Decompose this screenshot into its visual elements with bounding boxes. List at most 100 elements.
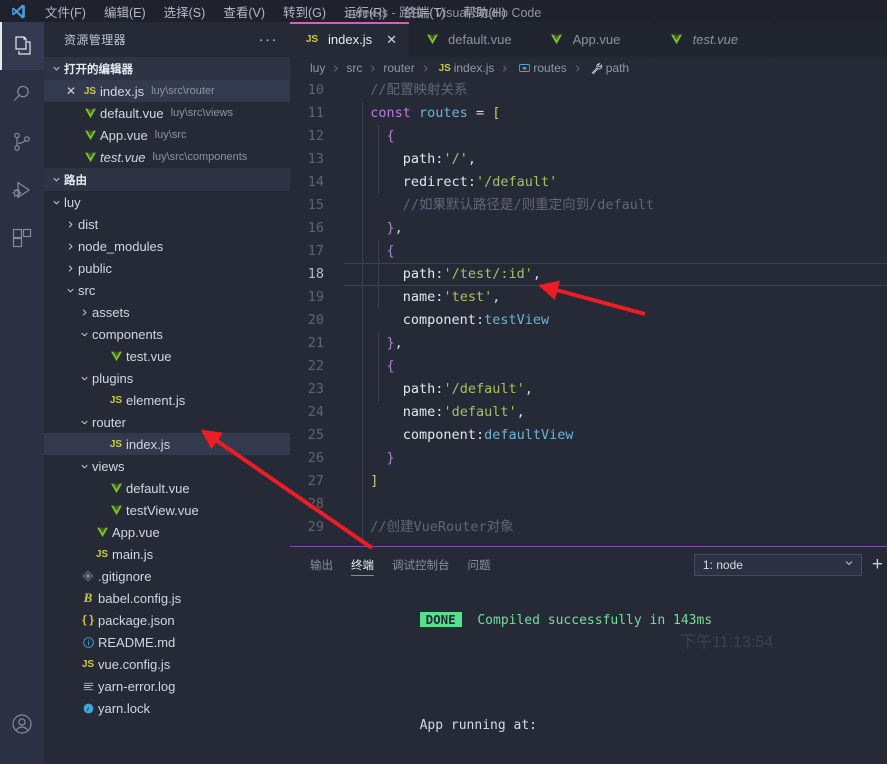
panel-tab-problems[interactable]: 问题 [468, 547, 491, 582]
new-terminal-button[interactable]: + [872, 555, 883, 574]
breadcrumb-item[interactable]: path [588, 61, 629, 75]
chevron-down-icon[interactable] [76, 461, 92, 472]
chevron-down-icon[interactable] [76, 417, 92, 428]
run-and-debug-icon[interactable] [0, 166, 44, 214]
menu-file[interactable]: 文件(F) [36, 0, 95, 22]
editor-tab[interactable]: test.vue [654, 22, 775, 57]
close-icon[interactable]: ✕ [62, 85, 80, 97]
tree-folder-item[interactable]: assets [44, 301, 290, 323]
menu-view[interactable]: 查看(V) [214, 0, 274, 22]
activity-bar [0, 22, 44, 764]
menu-go[interactable]: 转到(G) [274, 0, 335, 22]
breadcrumb-item[interactable]: luy [310, 61, 325, 75]
tree-folder-item[interactable]: views [44, 455, 290, 477]
code-line[interactable]: 27 ] [290, 470, 887, 493]
code-line[interactable]: 18 path:'/test/:id', [290, 263, 887, 286]
chevron-right-icon[interactable] [76, 307, 92, 318]
editor-tab[interactable]: JS index.js ✕ [290, 22, 410, 57]
code-editor[interactable]: 10 //配置映射关系 11 const routes = [12 {13 pat… [290, 79, 887, 546]
tree-folder-item[interactable]: public [44, 257, 290, 279]
chevron-down-icon[interactable] [76, 373, 92, 384]
chevron-right-icon[interactable] [62, 263, 78, 274]
code-line[interactable]: 12 { [290, 125, 887, 148]
open-editors-section-header[interactable]: 打开的编辑器 [44, 57, 290, 80]
tree-file-item[interactable]: .gitignore [44, 565, 290, 587]
breadcrumb-item[interactable]: src [346, 61, 362, 75]
code-line[interactable]: 19 name:'test', [290, 286, 887, 309]
chevron-down-icon[interactable] [48, 197, 64, 208]
tree-folder-item[interactable]: plugins [44, 367, 290, 389]
open-editor-item[interactable]: ✕ JS index.js luy\src\router [44, 80, 290, 102]
code-line[interactable]: 16 }, [290, 217, 887, 240]
tree-file-item[interactable]: JS main.js [44, 543, 290, 565]
workspace-section-header[interactable]: 路由 [44, 168, 290, 191]
tree-file-item[interactable]: Bbabel.config.js [44, 587, 290, 609]
more-actions-icon[interactable]: ··· [259, 32, 279, 47]
tree-file-item[interactable]: JS index.js [44, 433, 290, 455]
code-line[interactable]: 23 path:'/default', [290, 378, 887, 401]
open-editor-item[interactable]: default.vue luy\src\views [44, 102, 290, 124]
terminal-selector-dropdown[interactable]: 1: node [693, 553, 862, 576]
code-line[interactable]: 28 [290, 493, 887, 516]
code-line[interactable]: 24 name:'default', [290, 401, 887, 424]
breadcrumb-item[interactable]: JS index.js [436, 61, 495, 75]
tree-file-item[interactable]: JS vue.config.js [44, 653, 290, 675]
chevron-down-icon[interactable] [62, 285, 78, 296]
tree-folder-item[interactable]: components [44, 323, 290, 345]
editor-tab[interactable]: default.vue [410, 22, 535, 57]
code-line[interactable]: 17 { [290, 240, 887, 263]
code-line[interactable]: 13 path:'/', [290, 148, 887, 171]
tree-file-item[interactable]: yarn-error.log [44, 675, 290, 697]
tree-folder-item[interactable]: src [44, 279, 290, 301]
chevron-right-icon[interactable] [62, 241, 78, 252]
editor-tab[interactable]: App.vue [534, 22, 655, 57]
panel-tab-output[interactable]: 输出 [310, 547, 333, 582]
tree-folder-item[interactable]: node_modules [44, 235, 290, 257]
code-line[interactable]: 22 { [290, 355, 887, 378]
menu-bar[interactable]: 文件(F) 编辑(E) 选择(S) 查看(V) 转到(G) 运行(R) 终端(T… [36, 0, 515, 22]
tree-file-item[interactable]: default.vue [44, 477, 290, 499]
breadcrumb-item[interactable]: router [383, 61, 414, 75]
tree-file-item[interactable]: JS element.js [44, 389, 290, 411]
code-line[interactable]: 21 }, [290, 332, 887, 355]
open-editor-item[interactable]: App.vue luy\src [44, 124, 290, 146]
extensions-icon[interactable] [0, 214, 44, 262]
tree-file-item[interactable]: App.vue [44, 521, 290, 543]
code-line[interactable]: 20 component:testView [290, 309, 887, 332]
menu-selection[interactable]: 选择(S) [155, 0, 215, 22]
close-icon[interactable]: ✕ [386, 33, 397, 46]
code-line[interactable]: 15 //如果默认路径是/则重定向到/default [290, 194, 887, 217]
terminal-output[interactable]: DONE Compiled successfully in 143ms App … [290, 582, 887, 764]
chevron-right-icon[interactable] [62, 219, 78, 230]
code-line[interactable]: 11 const routes = [ [290, 102, 887, 125]
markdown-file-icon [78, 636, 98, 649]
tree-file-item[interactable]: README.md [44, 631, 290, 653]
source-control-icon[interactable] [0, 118, 44, 166]
tree-file-item[interactable]: testView.vue [44, 499, 290, 521]
code-line[interactable]: 26 } [290, 447, 887, 470]
menu-terminal[interactable]: 终端(T) [395, 0, 454, 22]
panel-tab-debug-console[interactable]: 调试控制台 [392, 547, 450, 582]
code-line[interactable]: 10 //配置映射关系 [290, 79, 887, 102]
tree-folder-item[interactable]: dist [44, 213, 290, 235]
tree-item-label: README.md [98, 634, 176, 650]
accounts-icon[interactable] [0, 700, 44, 748]
code-line[interactable]: 25 component:defaultView [290, 424, 887, 447]
chevron-down-icon[interactable] [76, 329, 92, 340]
menu-run[interactable]: 运行(R) [335, 0, 395, 22]
breadcrumb-item[interactable]: routes [515, 61, 567, 75]
panel-tab-terminal[interactable]: 终端 [351, 547, 374, 582]
tree-folder-item[interactable]: router [44, 411, 290, 433]
tree-folder-item[interactable]: luy [44, 191, 290, 213]
tree-item-label: node_modules [78, 238, 164, 254]
explorer-icon[interactable] [0, 22, 44, 70]
tree-file-item[interactable]: test.vue [44, 345, 290, 367]
code-line[interactable]: 29 //创建VueRouter对象 [290, 516, 887, 539]
menu-edit[interactable]: 编辑(E) [95, 0, 155, 22]
menu-help[interactable]: 帮助(H) [454, 0, 514, 22]
code-line[interactable]: 14 redirect:'/default' [290, 171, 887, 194]
tree-file-item[interactable]: { } package.json [44, 609, 290, 631]
open-editor-item[interactable]: test.vue luy\src\components [44, 146, 290, 168]
tree-file-item[interactable]: yarn.lock [44, 697, 290, 719]
search-icon[interactable] [0, 70, 44, 118]
